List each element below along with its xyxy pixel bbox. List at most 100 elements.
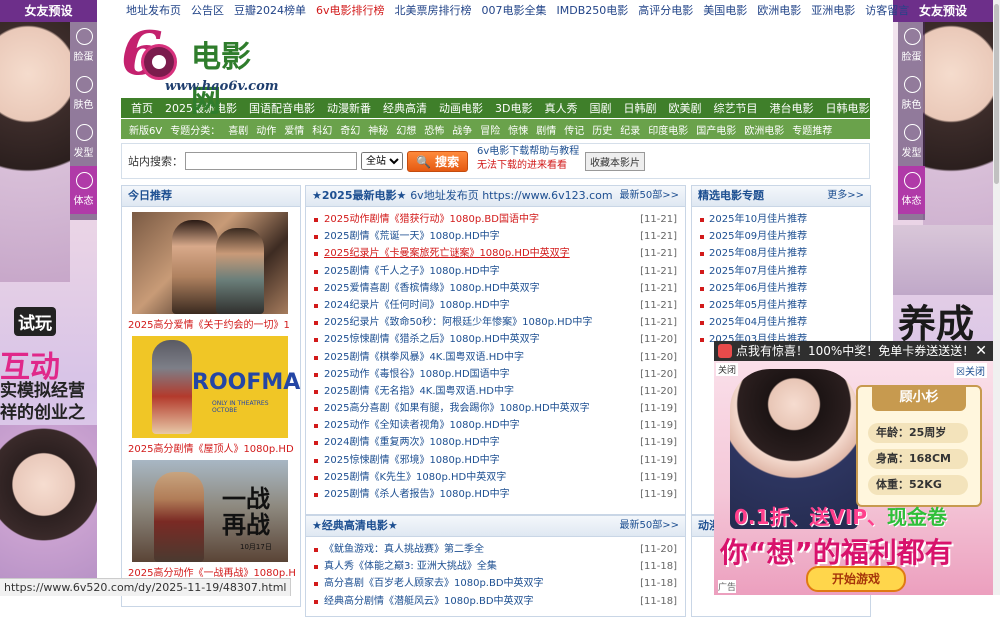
item-link[interactable]: 2025年05月佳片推荐	[709, 300, 807, 311]
category-item[interactable]: 纪录	[616, 122, 644, 137]
topnav-link[interactable]: 6v电影排行榜	[311, 2, 390, 18]
item-link[interactable]: 2025剧情《棋拳风暴》4K.国粤双语.HD中字	[324, 352, 524, 363]
category-item[interactable]: 欧洲电影	[740, 122, 788, 137]
start-game-button[interactable]: 开始游戏	[806, 566, 906, 592]
poster-1[interactable]	[132, 212, 288, 314]
left-ad-play-badge[interactable]: 试玩	[0, 305, 97, 337]
left-ad-tab-body[interactable]: 体态	[70, 166, 97, 214]
item-link[interactable]: 高分喜剧《百岁老人顾家去》1080p.BD中英双字	[324, 578, 544, 589]
nav-item[interactable]: 综艺节目	[707, 100, 763, 116]
search-scope-select[interactable]: 全站	[361, 152, 403, 170]
help-link-download[interactable]: 无法下载的进来看看	[477, 159, 579, 173]
latest-more-link[interactable]: 最新50部>>	[620, 186, 679, 206]
help-link[interactable]: 6v电影下载帮助与教程	[477, 145, 579, 159]
popup-ad-tag[interactable]: 关闭	[716, 363, 739, 376]
close-icon[interactable]: ✕	[975, 341, 987, 361]
item-link[interactable]: 2025动作《全知读者视角》1080p.HD中字	[324, 420, 520, 431]
poster-caption[interactable]: 2025高分剧情《屋顶人》1080p.HD	[128, 440, 300, 455]
left-ad-tab-skin[interactable]: 肤色	[70, 70, 97, 118]
category-item[interactable]: 国产电影	[692, 122, 740, 137]
category-item[interactable]: 传记	[560, 122, 588, 137]
left-side-ad[interactable]: 女友预设 脸蛋 肤色 发型 体态 试玩 互动 实模拟经营 祥的创业之路	[0, 0, 97, 595]
site-logo[interactable]: 6 电影网 www.hao6v.com	[121, 24, 279, 119]
item-link[interactable]: 2025剧情《千人之子》1080p.HD中字	[324, 266, 500, 277]
item-link[interactable]: 2025剧情《杀人者报告》1080p.HD中字	[324, 489, 510, 500]
category-item[interactable]: 幻想	[392, 122, 420, 137]
nav-item[interactable]: 日韩电影	[819, 100, 875, 116]
bookmark-button[interactable]: 收藏本影片	[585, 152, 645, 171]
item-link[interactable]: 《鱿鱼游戏：真人挑战赛》第二季全	[324, 544, 484, 555]
left-ad-tab-hair[interactable]: 发型	[70, 118, 97, 166]
item-link[interactable]: 2025动作《毒恨谷》1080p.HD国语中字	[324, 369, 510, 380]
poster-caption[interactable]: 2025高分动作《一战再战》1080p.H	[128, 564, 300, 579]
category-item[interactable]: 神秘	[364, 122, 392, 137]
category-item[interactable]: 惊悚	[504, 122, 532, 137]
category-item[interactable]: 专题推荐	[788, 122, 836, 137]
item-link[interactable]: 2024剧情《重复两次》1080p.HD中字	[324, 437, 500, 448]
topnav-link[interactable]: 公告区	[186, 2, 229, 18]
topics-more-link[interactable]: 更多>>	[827, 186, 864, 206]
item-link[interactable]: 2025纪录片《卡曼案旅死亡谜案》1080p.HD中英双字	[324, 248, 570, 259]
right-ad-tab-hair[interactable]: 发型	[898, 118, 925, 166]
topnav-link[interactable]: 美国电影	[698, 2, 752, 18]
popup-ad[interactable]: 点我有惊喜！100%中奖！免单卡券送送送！ ✕ 关闭 ☒关闭 顾小杉 年龄：25…	[714, 341, 993, 595]
classic-more-link[interactable]: 最新50部>>	[620, 516, 679, 536]
nav-item[interactable]: 国剧	[583, 100, 617, 116]
category-item[interactable]: 恐怖	[420, 122, 448, 137]
item-link[interactable]: 2025年08月佳片推荐	[709, 248, 807, 259]
item-link[interactable]: 2025年10月佳片推荐	[709, 214, 807, 225]
popup-ad-bar[interactable]: 点我有惊喜！100%中奖！免单卡券送送送！ ✕	[714, 341, 993, 361]
item-link[interactable]: 2025爱情喜剧《香槟情缘》1080p.HD中英双字	[324, 283, 540, 294]
topnav-link[interactable]: IMDB250电影	[552, 2, 634, 18]
item-link[interactable]: 真人秀《体能之巅3: 亚洲大挑战》全集	[324, 561, 497, 572]
item-link[interactable]: 2025惊悚剧情《邪境》1080p.HD中字	[324, 455, 500, 466]
item-link[interactable]: 2025纪录片《致命50秒：阿根廷少年惨案》1080p.HD中字	[324, 317, 592, 328]
scrollbar[interactable]	[993, 0, 1000, 595]
item-link[interactable]: 2025年04月佳片推荐	[709, 317, 807, 328]
item-link[interactable]: 经典高分剧情《潜艇风云》1080p.BD中英双字	[324, 596, 534, 607]
poster-3[interactable]: 一战 再战 10月17日	[132, 460, 288, 562]
item-link[interactable]: 2025年06月佳片推荐	[709, 283, 807, 294]
topnav-link[interactable]: 欧洲电影	[752, 2, 806, 18]
left-ad-tab-face[interactable]: 脸蛋	[70, 22, 97, 70]
topnav-link[interactable]: 高评分电影	[633, 2, 698, 18]
nav-item[interactable]: 欧美剧	[662, 100, 707, 116]
item-link[interactable]: 2025剧情《K先生》1080p.HD中英双字	[324, 472, 506, 483]
left-ad-tabs[interactable]: 脸蛋 肤色 发型 体态	[70, 22, 97, 220]
nav-item[interactable]: 真人秀	[538, 100, 583, 116]
scrollbar-thumb[interactable]	[994, 4, 999, 184]
category-item[interactable]: 喜剧	[224, 122, 252, 137]
nav-item[interactable]: 动漫新番	[321, 100, 377, 116]
category-item[interactable]: 冒险	[476, 122, 504, 137]
topnav-link[interactable]: 亚洲电影	[806, 2, 860, 18]
item-link[interactable]: 2024纪录片《任何时间》1080p.HD中字	[324, 300, 510, 311]
nav-item[interactable]: 3D电影	[489, 100, 538, 116]
nav-item[interactable]: 港台电影	[763, 100, 819, 116]
right-ad-tabs[interactable]: 脸蛋 肤色 发型 体态	[898, 22, 925, 220]
search-button[interactable]: 🔍 搜索	[407, 150, 469, 172]
item-link[interactable]: 2025动作剧情《猎获行动》1080p.BD国语中字	[324, 214, 539, 225]
topnav-link[interactable]: 豆瓣2024榜单	[229, 2, 311, 18]
item-link[interactable]: 2025年07月佳片推荐	[709, 266, 807, 277]
right-ad-tab-face[interactable]: 脸蛋	[898, 22, 925, 70]
search-input[interactable]	[185, 152, 357, 170]
category-item[interactable]: 爱情	[280, 122, 308, 137]
latest-subtitle[interactable]: 6v地址发布页 https://www.6v123.com	[410, 189, 612, 202]
category-item[interactable]: 动作	[252, 122, 280, 137]
topnav-link[interactable]: 北美票房排行榜	[390, 2, 477, 18]
topnav-link[interactable]: 访客留言	[860, 2, 914, 18]
poster-caption[interactable]: 2025高分爱情《关于约会的一切》1	[128, 316, 300, 331]
popup-close-button[interactable]: ☒关闭	[954, 363, 987, 378]
topnav-link[interactable]: 地址发布页	[121, 2, 186, 18]
item-link[interactable]: 2025年09月佳片推荐	[709, 231, 807, 242]
category-item[interactable]: 奇幻	[336, 122, 364, 137]
right-ad-tab-body[interactable]: 体态	[898, 166, 925, 214]
nav-item[interactable]: 经典高清	[377, 100, 433, 116]
category-item[interactable]: 剧情	[532, 122, 560, 137]
topnav-link[interactable]: 007电影全集	[477, 2, 552, 18]
poster-2[interactable]: ROOFMA ONLY IN THEATRES OCTOBE	[132, 336, 300, 438]
category-item[interactable]: 新版6V	[125, 122, 166, 137]
item-link[interactable]: 2025高分喜剧《如果有腿，我会踢你》1080p.HD中英双字	[324, 403, 590, 414]
category-item[interactable]: 历史	[588, 122, 616, 137]
item-link[interactable]: 2025剧情《荒诞一天》1080p.HD中字	[324, 231, 500, 242]
